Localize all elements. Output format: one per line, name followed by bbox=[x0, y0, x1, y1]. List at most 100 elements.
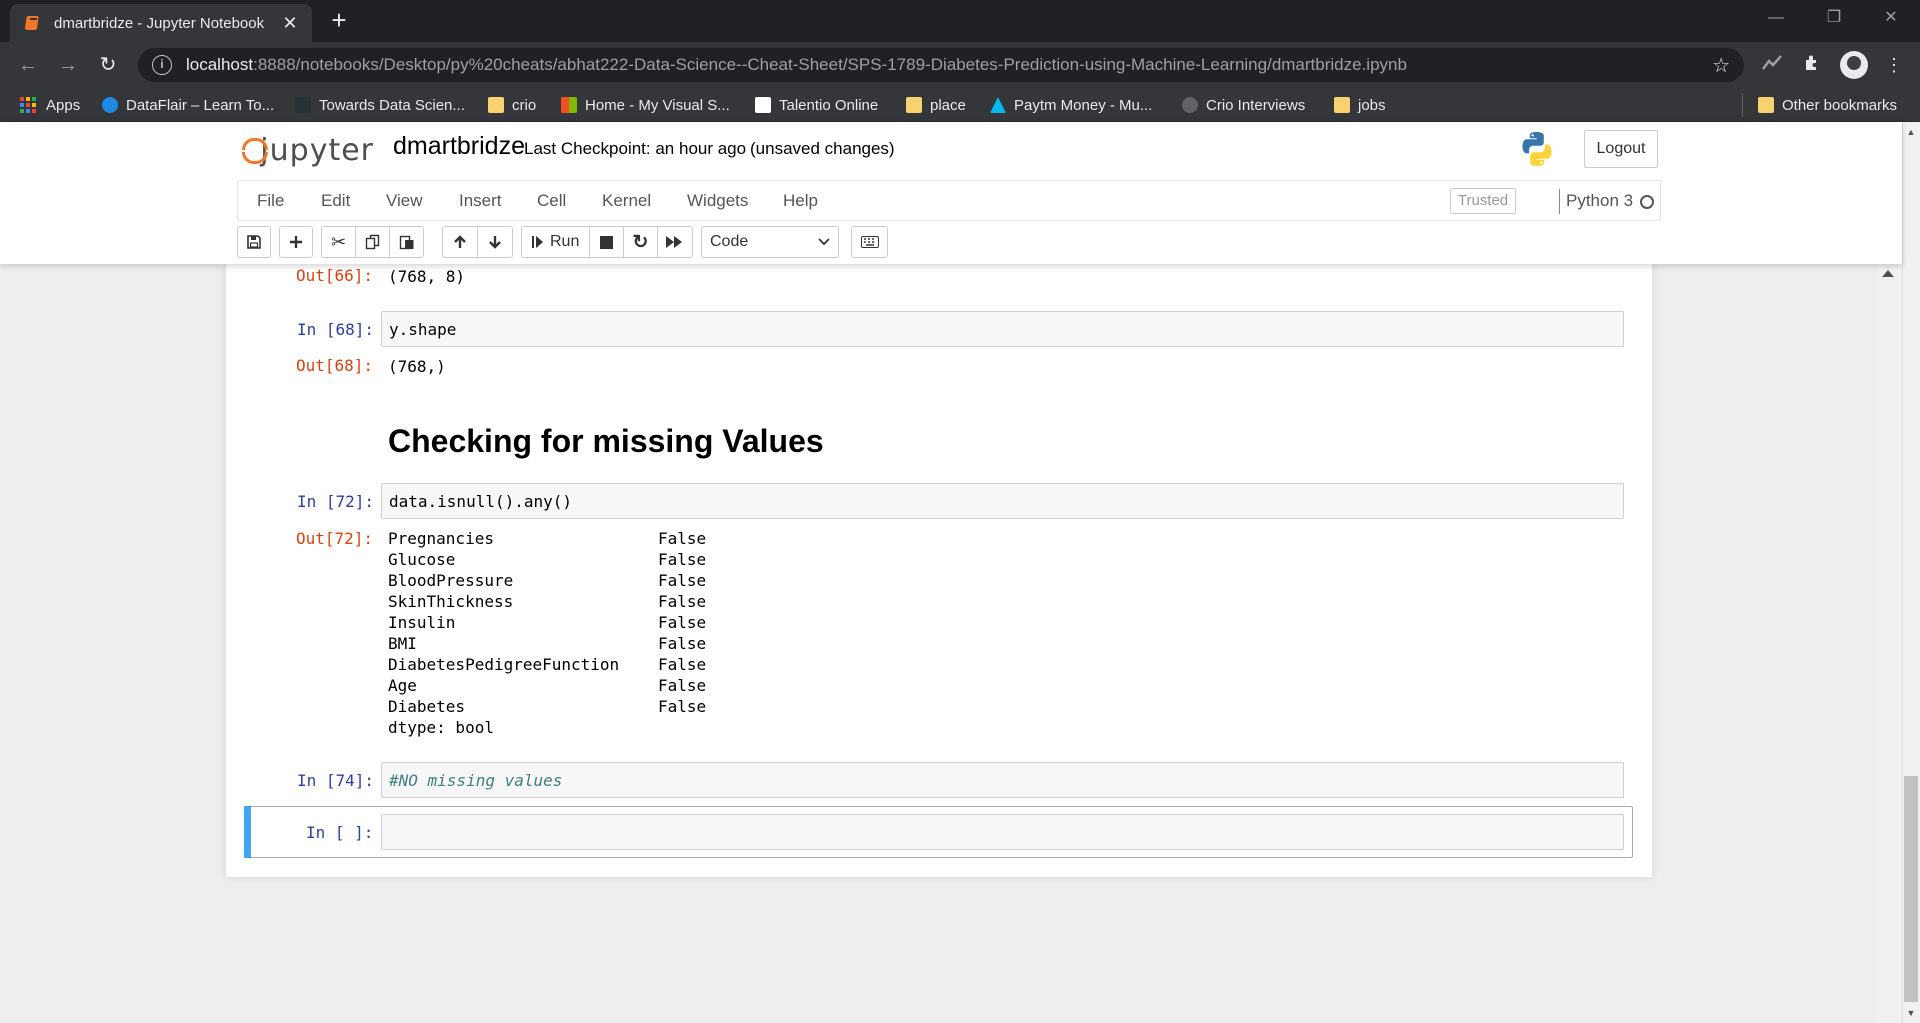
notebook-scrollbar[interactable] bbox=[1878, 264, 1902, 1023]
input-prompt: In [68]: bbox=[297, 320, 375, 339]
bookmark-crio[interactable]: crio bbox=[488, 93, 536, 117]
move-up-button[interactable] bbox=[442, 226, 478, 258]
python-logo-icon bbox=[1518, 130, 1556, 168]
back-icon[interactable]: ← bbox=[14, 51, 42, 79]
other-bookmarks[interactable]: Other bookmarks bbox=[1758, 93, 1897, 117]
microsoft-icon bbox=[561, 97, 577, 113]
close-window-icon[interactable]: ✕ bbox=[1868, 0, 1914, 36]
menu-view[interactable]: View bbox=[386, 191, 423, 211]
address-bar[interactable]: i localhost:8888/notebooks/Desktop/py%20… bbox=[138, 48, 1744, 82]
empty-code-cell-input[interactable] bbox=[381, 814, 1624, 850]
profile-icon[interactable] bbox=[1840, 51, 1868, 79]
series-row: Glucose False bbox=[388, 550, 707, 569]
logout-button[interactable]: Logout bbox=[1584, 130, 1658, 168]
menu-bar: File Edit View Insert Cell Kernel Widget… bbox=[237, 180, 1661, 221]
bookmark-apps[interactable]: Apps bbox=[20, 93, 80, 117]
series-row: Pregnancies False bbox=[388, 529, 707, 548]
selected-cell-indicator bbox=[244, 806, 251, 858]
menu-kernel[interactable]: Kernel bbox=[602, 191, 651, 211]
menu-kebab-icon[interactable]: ⋮ bbox=[1882, 53, 1906, 77]
folder-icon bbox=[906, 97, 922, 113]
trusted-indicator[interactable]: Trusted bbox=[1450, 188, 1516, 214]
menu-help[interactable]: Help bbox=[783, 191, 818, 211]
series-row: DiabetesPedigreeFunction False bbox=[388, 655, 707, 674]
keyboard-icon bbox=[860, 236, 879, 248]
copy-icon bbox=[365, 234, 379, 250]
autosave-status: (unsaved changes) bbox=[750, 139, 895, 158]
paste-icon bbox=[399, 235, 413, 250]
cell-type-select[interactable]: Code bbox=[701, 226, 839, 258]
bookmark-separator bbox=[1742, 93, 1743, 117]
info-icon[interactable]: i bbox=[152, 55, 172, 75]
notebook-name[interactable]: dmartbridze bbox=[393, 132, 525, 161]
restart-icon: ↻ bbox=[632, 231, 649, 253]
close-tab-icon[interactable]: ✕ bbox=[280, 13, 300, 34]
menu-cell[interactable]: Cell bbox=[537, 191, 566, 211]
restart-kernel-button[interactable]: ↻ bbox=[623, 226, 658, 258]
kernel-separator bbox=[1559, 189, 1560, 214]
url-text[interactable]: localhost:8888/notebooks/Desktop/py%20ch… bbox=[186, 55, 1712, 75]
copy-button[interactable] bbox=[355, 226, 390, 258]
bookmark-place[interactable]: place bbox=[906, 93, 966, 117]
series-row: SkinThickness False bbox=[388, 592, 707, 611]
talentio-icon bbox=[755, 97, 771, 113]
kernel-name[interactable]: Python 3 bbox=[1566, 191, 1633, 211]
scroll-up-icon[interactable] bbox=[1882, 270, 1894, 277]
insert-cell-button[interactable] bbox=[279, 226, 313, 258]
page-scroll-up-icon[interactable]: ▲ bbox=[1903, 124, 1919, 140]
save-icon bbox=[247, 235, 261, 249]
bookmark-towards-data-science[interactable]: Towards Data Scien... bbox=[295, 93, 465, 117]
series-row: Insulin False bbox=[388, 613, 707, 632]
paytm-icon bbox=[990, 97, 1006, 113]
folder-icon bbox=[1758, 97, 1774, 113]
code-cell-input[interactable]: data.isnull().any() bbox=[381, 483, 1624, 519]
minimize-icon[interactable]: — bbox=[1753, 0, 1799, 36]
move-down-button[interactable] bbox=[477, 226, 513, 258]
bookmark-talentio[interactable]: Talentio Online bbox=[755, 93, 878, 117]
star-icon[interactable]: ☆ bbox=[1712, 53, 1730, 78]
code-cell-input[interactable]: #NO missing values bbox=[381, 762, 1624, 798]
save-button[interactable] bbox=[237, 226, 271, 258]
input-prompt: In [ ]: bbox=[306, 823, 374, 842]
menu-file[interactable]: File bbox=[257, 191, 284, 211]
code-cell-input[interactable]: y.shape bbox=[381, 311, 1624, 347]
jupyter-logo[interactable]: jupyter bbox=[242, 130, 374, 170]
paste-button[interactable] bbox=[389, 226, 424, 258]
menu-edit[interactable]: Edit bbox=[321, 191, 350, 211]
bookmark-jobs[interactable]: jobs bbox=[1334, 93, 1386, 117]
restart-run-all-button[interactable] bbox=[657, 226, 693, 258]
output-text: (768,) bbox=[388, 357, 446, 376]
stats-extension-icon[interactable] bbox=[1760, 53, 1784, 77]
bookmark-crio-interviews[interactable]: Crio Interviews bbox=[1182, 93, 1305, 117]
output-text: (768, 8) bbox=[388, 267, 466, 286]
stop-icon bbox=[600, 235, 613, 249]
page-scroll-down-icon[interactable]: ▼ bbox=[1903, 1005, 1919, 1021]
browser-toolbar: ← → ↻ i localhost:8888/notebooks/Desktop… bbox=[0, 42, 1920, 88]
input-prompt: In [74]: bbox=[297, 771, 375, 790]
bookmark-my-visual-studio[interactable]: Home - My Visual S... bbox=[561, 93, 730, 117]
step-forward-icon bbox=[532, 236, 543, 248]
scissors-icon: ✂ bbox=[330, 231, 347, 252]
menu-widgets[interactable]: Widgets bbox=[687, 191, 748, 211]
kernel-idle-indicator-icon bbox=[1640, 195, 1654, 209]
plus-icon bbox=[290, 236, 302, 248]
folder-icon bbox=[1334, 97, 1350, 113]
run-button[interactable]: Run bbox=[521, 226, 590, 258]
forward-icon[interactable]: → bbox=[54, 51, 82, 79]
bookmark-dataflair[interactable]: DataFlair – Learn To... bbox=[102, 93, 274, 117]
restore-icon[interactable]: ❐ bbox=[1811, 0, 1857, 36]
reload-icon[interactable]: ↻ bbox=[94, 51, 122, 79]
series-dtype: dtype: bool bbox=[388, 718, 494, 737]
browser-tab[interactable]: dmartbridze - Jupyter Notebook ✕ bbox=[10, 4, 312, 42]
series-output: Pregnancies False Glucose False BloodPress… bbox=[388, 528, 706, 738]
new-tab-button[interactable]: + bbox=[324, 6, 354, 36]
interrupt-kernel-button[interactable] bbox=[589, 226, 624, 258]
markdown-heading[interactable]: Checking for missing Values bbox=[388, 423, 824, 460]
menu-insert[interactable]: Insert bbox=[459, 191, 502, 211]
chevron-down-icon bbox=[818, 238, 830, 246]
command-palette-button[interactable] bbox=[851, 226, 888, 258]
extensions-icon[interactable] bbox=[1800, 53, 1824, 77]
bookmark-paytm-money[interactable]: Paytm Money - Mu... bbox=[990, 93, 1152, 117]
page-scrollbar-thumb[interactable] bbox=[1904, 776, 1918, 1002]
cut-button[interactable]: ✂ bbox=[321, 226, 356, 258]
